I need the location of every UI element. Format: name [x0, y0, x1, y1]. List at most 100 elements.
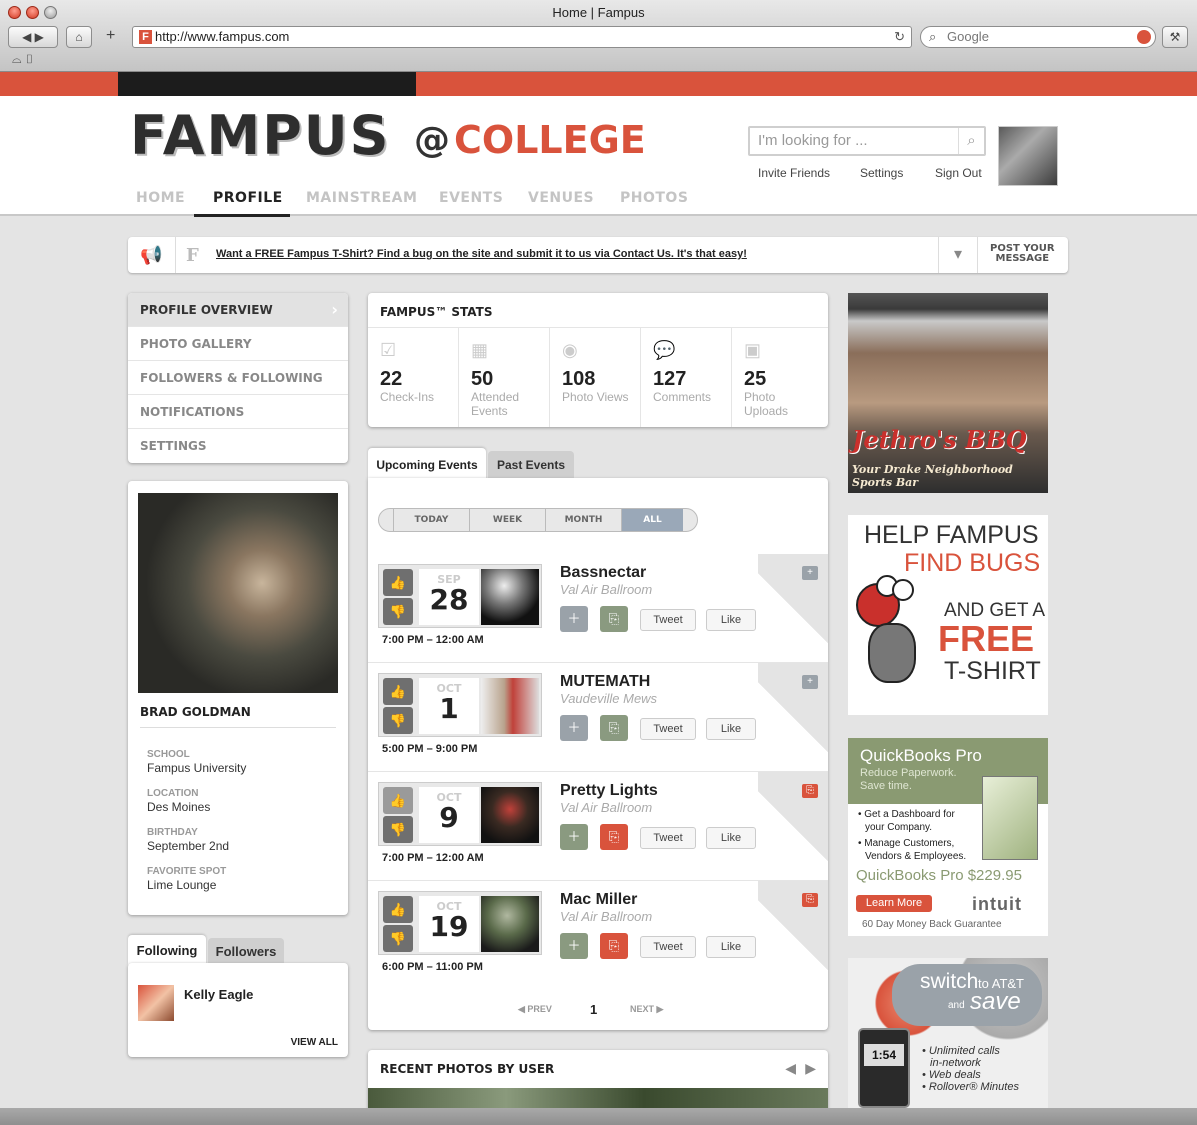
tweet-button[interactable]: Tweet	[640, 936, 696, 958]
chevron-left-icon[interactable]: ◀	[785, 1060, 796, 1077]
filter-all[interactable]: ALL	[621, 509, 683, 531]
tab-followers[interactable]: Followers	[208, 938, 284, 965]
add-bookmark-icon[interactable]: +	[106, 27, 115, 45]
event-day: 9	[439, 801, 459, 834]
event-name[interactable]: MUTEMATH	[560, 673, 650, 691]
tab-upcoming-events[interactable]: Upcoming Events	[368, 448, 486, 480]
event-venue[interactable]: Val Air Ballroom	[560, 909, 652, 924]
home-icon[interactable]: ⌂	[66, 26, 92, 48]
calendar-add-icon[interactable]: ＋	[560, 606, 588, 632]
following-name[interactable]: Kelly Eagle	[184, 987, 253, 1002]
nav-profile[interactable]: PROFILE	[213, 190, 283, 206]
thumbs-up-icon[interactable]: 👍	[383, 787, 413, 814]
search-icon[interactable]: ⌕	[958, 128, 984, 154]
event-thumbnail[interactable]	[481, 678, 539, 734]
page-number[interactable]: 1	[590, 1002, 597, 1017]
sign-out-link[interactable]: Sign Out	[935, 166, 982, 180]
ad-help-find-bugs[interactable]: HELP FAMPUS FIND BUGS AND GET A FREE T-S…	[848, 515, 1048, 715]
add-to-calendar-icon[interactable]: +	[802, 675, 818, 689]
tweet-button[interactable]: Tweet	[640, 718, 696, 740]
calendar-add-icon[interactable]: ＋	[560, 933, 588, 959]
thumbs-down-icon[interactable]: 👎	[383, 816, 413, 843]
like-button[interactable]: Like	[706, 936, 756, 958]
tab-following[interactable]: Following	[128, 935, 206, 965]
ad-bbq-title: Jethro's BBQ	[852, 425, 1027, 454]
site-search-input[interactable]: I'm looking for ... ⌕	[748, 126, 986, 156]
nav-home[interactable]: HOME	[136, 190, 185, 206]
back-forward-buttons[interactable]: ◀ ▶	[8, 26, 58, 48]
snapback-icon[interactable]	[1137, 30, 1151, 44]
menu-profile-overview[interactable]: PROFILE OVERVIEW ›	[128, 293, 348, 327]
announcement-link[interactable]: Want a FREE Fampus T-Shirt? Find a bug o…	[216, 248, 747, 260]
chevron-right-icon[interactable]: ▶	[805, 1060, 816, 1077]
menu-followers-following[interactable]: FOLLOWERS & FOLLOWING	[128, 361, 348, 395]
nav-mainstream[interactable]: MAINSTREAM	[306, 190, 417, 206]
menu-notifications[interactable]: NOTIFICATIONS	[128, 395, 348, 429]
nav-events[interactable]: EVENTS	[439, 190, 503, 206]
filter-week[interactable]: WEEK	[469, 509, 545, 531]
prev-button[interactable]: ◀ PREV	[518, 1004, 552, 1015]
like-button[interactable]: Like	[706, 609, 756, 631]
thumbs-down-icon[interactable]: 👎	[383, 707, 413, 734]
settings-link[interactable]: Settings	[860, 166, 903, 180]
tweet-button[interactable]: Tweet	[640, 609, 696, 631]
nav-venues[interactable]: VENUES	[528, 190, 594, 206]
check-in-icon[interactable]: ⎘	[600, 606, 628, 632]
reload-icon[interactable]: ↻	[894, 27, 905, 47]
ad-att[interactable]: switch to AT&T and save 1:54 • Unlimited…	[848, 958, 1048, 1108]
event-venue[interactable]: Val Air Ballroom	[560, 800, 652, 815]
calendar-add-icon[interactable]: ＋	[560, 824, 588, 850]
filter-today[interactable]: TODAY	[393, 509, 469, 531]
thumbs-up-icon[interactable]: 👍	[383, 678, 413, 705]
ad-qb-learn-more-button[interactable]: Learn More	[856, 895, 932, 912]
event-name[interactable]: Pretty Lights	[560, 782, 658, 800]
next-button[interactable]: NEXT ▶	[630, 1004, 663, 1015]
like-button[interactable]: Like	[706, 827, 756, 849]
ad-jethros-bbq[interactable]: Jethro's BBQ Your Drake Neighborhood Spo…	[848, 293, 1048, 493]
checked-in-icon[interactable]: ⎘	[802, 784, 818, 798]
post-message-button[interactable]: POST YOUR MESSAGE	[990, 244, 1055, 264]
event-thumbnail[interactable]	[481, 787, 539, 843]
menu-photo-gallery[interactable]: PHOTO GALLERY	[128, 327, 348, 361]
check-in-icon[interactable]: ⎘	[600, 715, 628, 741]
invite-friends-link[interactable]: Invite Friends	[758, 166, 830, 180]
fampus-logo[interactable]: FAMPUS	[130, 104, 391, 167]
user-avatar[interactable]	[998, 126, 1058, 186]
thumbs-down-icon[interactable]: 👎	[383, 598, 413, 625]
event-venue[interactable]: Val Air Ballroom	[560, 582, 652, 597]
bookmarks-bar-icons[interactable]: ⌓ ▯	[12, 52, 34, 67]
thumbs-up-icon[interactable]: 👍	[383, 569, 413, 596]
check-in-icon[interactable]: ⎘	[600, 824, 628, 850]
stat-number: 50	[471, 368, 494, 390]
browser-search-field[interactable]: ⌕ Google	[920, 26, 1156, 48]
view-all-link[interactable]: VIEW ALL	[291, 1037, 338, 1048]
thumbs-up-icon[interactable]: 👍	[383, 896, 413, 923]
calendar-add-icon[interactable]: ＋	[560, 715, 588, 741]
filter-month[interactable]: MONTH	[545, 509, 621, 531]
thumbs-down-icon[interactable]: 👎	[383, 925, 413, 952]
event-venue[interactable]: Vaudeville Mews	[560, 691, 657, 706]
ad-qb-title: QuickBooks Pro	[860, 746, 982, 765]
ad-qb-bullet2: Manage Customers,	[864, 838, 955, 849]
profile-photo[interactable]	[138, 493, 338, 693]
menu-settings[interactable]: SETTINGS	[128, 429, 348, 463]
like-button[interactable]: Like	[706, 718, 756, 740]
event-name[interactable]: Mac Miller	[560, 891, 637, 909]
checked-in-icon[interactable]: ⎘	[802, 893, 818, 907]
stat-number: 22	[380, 368, 403, 390]
chevron-down-icon[interactable]: ▾	[938, 237, 978, 273]
tweet-button[interactable]: Tweet	[640, 827, 696, 849]
address-bar[interactable]: F http://www.fampus.com ↻	[132, 26, 912, 48]
avatar[interactable]	[138, 985, 174, 1021]
event-thumbnail[interactable]	[481, 569, 539, 625]
add-to-calendar-icon[interactable]: +	[802, 566, 818, 580]
ad-quickbooks[interactable]: QuickBooks Pro Reduce Paperwork. Save ti…	[848, 738, 1048, 936]
tab-past-events[interactable]: Past Events	[488, 451, 574, 479]
event-time: 7:00 PM – 12:00 AM	[382, 634, 484, 646]
event-name[interactable]: Bassnectar	[560, 564, 646, 582]
event-thumbnail[interactable]	[481, 896, 539, 952]
browser-status-bar	[0, 1108, 1197, 1125]
check-in-icon[interactable]: ⎘	[600, 933, 628, 959]
nav-photos[interactable]: PHOTOS	[620, 190, 688, 206]
toolbar-icon[interactable]: ⚒	[1162, 26, 1188, 48]
